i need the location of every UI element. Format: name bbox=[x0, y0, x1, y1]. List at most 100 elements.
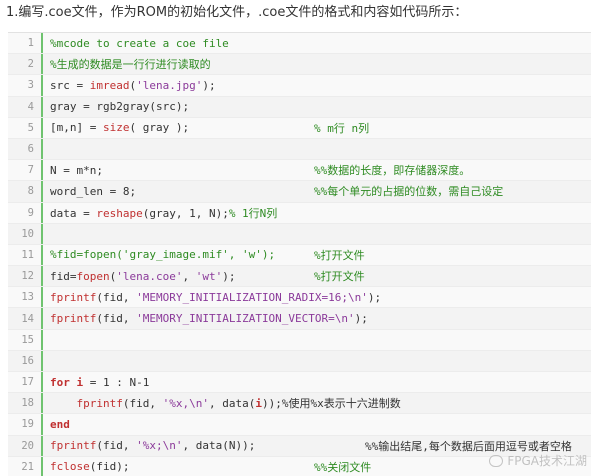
intro-text: 1.编写.coe文件，作为ROM的初始化文件，.coe文件的格式和内容如代码所示… bbox=[6, 5, 468, 20]
code-token: % 1行N列 bbox=[228, 206, 278, 220]
code-token: reshape bbox=[96, 206, 143, 220]
code-text: word_len = 8; bbox=[43, 185, 136, 198]
line-number: 14 bbox=[21, 312, 34, 325]
code-token: imread bbox=[89, 78, 130, 92]
code-token: , data(N)); bbox=[182, 439, 256, 453]
code-line: 6 bbox=[8, 138, 591, 161]
gutter-bar bbox=[41, 138, 43, 160]
line-number: 11 bbox=[21, 248, 34, 261]
inline-comment: %%每个单元的占据的位数，需自己设定 bbox=[314, 185, 504, 199]
line-number: 10 bbox=[21, 227, 34, 240]
code-token: ); bbox=[354, 312, 368, 326]
line-number: 12 bbox=[21, 270, 34, 283]
wechat-icon bbox=[489, 454, 504, 467]
code-text: fprintf(fid, '%x,\n', data(i));%使用%x表示十六… bbox=[43, 395, 401, 411]
code-token: )); bbox=[261, 397, 282, 411]
code-token: '%x,\n' bbox=[162, 397, 209, 411]
line-number: 13 bbox=[21, 291, 34, 304]
code-token: ); bbox=[367, 290, 382, 304]
code-token: size bbox=[102, 121, 130, 135]
code-token: ); bbox=[222, 269, 236, 283]
code-token: %生成的数据是一行行进行读取的 bbox=[50, 58, 211, 72]
code-token: for bbox=[50, 375, 70, 389]
code-token: word_len = 8; bbox=[50, 184, 137, 198]
code-token: 'lena.jpg' bbox=[136, 78, 203, 92]
line-number: 3 bbox=[27, 79, 34, 92]
inline-comment: %打开文件 bbox=[314, 270, 365, 284]
code-token: (fid); bbox=[89, 460, 130, 474]
line-number: 16 bbox=[21, 354, 34, 367]
code-text: fclose(fid); bbox=[43, 460, 130, 473]
code-token: fopen bbox=[76, 269, 110, 283]
line-number: 1 bbox=[27, 37, 34, 50]
inline-comment: %%关闭文件 bbox=[314, 460, 372, 474]
code-token: src = bbox=[50, 78, 90, 92]
inline-comment: %打开文件 bbox=[314, 248, 365, 262]
line-number: 15 bbox=[21, 333, 34, 346]
gutter-bar bbox=[41, 350, 43, 371]
code-line: 4 gray = rgb2gray(src); bbox=[8, 96, 591, 118]
code-token: fid= bbox=[50, 269, 77, 283]
watermark-text: FPGA技术江湖 bbox=[507, 454, 587, 468]
line-number: 9 bbox=[27, 206, 34, 219]
code-text: %fid=fopen('gray_image.mif', 'w'); bbox=[43, 248, 275, 261]
code-text: data = reshape(gray, 1, N);% 1行N列 bbox=[43, 205, 277, 221]
watermark: FPGA技术江湖 bbox=[489, 452, 587, 469]
code-text: [m,n] = size( gray ); bbox=[43, 121, 189, 134]
code-text: src = imread('lena.jpg'); bbox=[43, 79, 216, 92]
code-line: 15 bbox=[8, 329, 591, 351]
gutter-bar bbox=[41, 329, 43, 350]
line-number: 20 bbox=[21, 439, 34, 452]
line-number: 18 bbox=[21, 397, 34, 410]
gutter-bar bbox=[41, 223, 43, 244]
line-number: 4 bbox=[27, 100, 34, 113]
code-token: %使用%x表示十六进制数 bbox=[281, 397, 401, 411]
code-token: gray = rgb2gray(src); bbox=[50, 100, 190, 114]
line-number: 6 bbox=[27, 143, 34, 156]
code-line: 16 bbox=[8, 350, 591, 372]
code-token: (fid, bbox=[96, 439, 137, 453]
code-line: 11 %fid=fopen('gray_image.mif', 'w'); %打开文… bbox=[8, 244, 591, 267]
code-token: 'MEMORY_INITIALIZATION_RADIX=16;\n' bbox=[136, 290, 368, 304]
code-line: 14 fprintf(fid, 'MEMORY_INITIALIZATION_VE… bbox=[8, 308, 591, 330]
code-line: 12 fid=fopen('lena.coe', 'wt'); %打开文件 bbox=[8, 266, 591, 288]
line-number: 21 bbox=[21, 460, 34, 473]
code-token: %mcode to create a coe file bbox=[50, 36, 229, 50]
code-token: N = m*n; bbox=[50, 163, 103, 177]
code-token: ); bbox=[202, 78, 216, 92]
code-token: fprintf bbox=[50, 439, 97, 453]
code-text: N = m*n; bbox=[43, 164, 103, 177]
code-line: 7 N = m*n; %%数据的长度，即存储器深度。 bbox=[8, 160, 591, 182]
code-text: gray = rgb2gray(src); bbox=[43, 100, 189, 113]
code-token: = 1 : N-1 bbox=[83, 375, 150, 389]
code-token: , bbox=[182, 269, 196, 283]
code-token: data = bbox=[50, 206, 97, 220]
code-token: end bbox=[50, 417, 70, 431]
inline-comment: % m行 n列 bbox=[314, 121, 370, 135]
code-line: 3 src = imread('lena.jpg'); bbox=[8, 75, 591, 97]
code-token: 'wt' bbox=[195, 269, 223, 283]
code-line: 1 %mcode to create a coe file bbox=[8, 33, 591, 55]
line-number: 17 bbox=[21, 376, 34, 389]
code-token: , data( bbox=[208, 397, 256, 411]
code-block: 1 %mcode to create a coe file 2 %生成的数据是一行行进… bbox=[8, 32, 591, 476]
code-line: 5 [m,n] = size( gray ); % m行 n列 bbox=[8, 117, 591, 139]
code-text: fprintf(fid, '%x;\n', data(N)); bbox=[43, 439, 255, 452]
line-number: 19 bbox=[21, 418, 34, 431]
code-token: fprintf bbox=[50, 290, 97, 304]
code-line: 9 data = reshape(gray, 1, N);% 1行N列 bbox=[8, 202, 591, 224]
line-number: 2 bbox=[27, 58, 34, 71]
code-token: 'lena.coe' bbox=[116, 269, 183, 283]
code-text: for i = 1 : N-1 bbox=[43, 376, 149, 389]
code-text: fprintf(fid, 'MEMORY_INITIALIZATION_VECT… bbox=[43, 312, 368, 325]
code-token: fclose bbox=[50, 460, 90, 474]
code-token: 'MEMORY_INITIALIZATION_VECTOR=\n' bbox=[136, 312, 355, 326]
code-token: fprintf bbox=[76, 397, 123, 411]
code-token: [m,n] = bbox=[50, 121, 103, 135]
code-token: i bbox=[255, 397, 262, 411]
code-token: %fid=fopen('gray_image.mif', 'w'); bbox=[50, 248, 276, 262]
code-text: fprintf(fid, 'MEMORY_INITIALIZATION_RADI… bbox=[43, 291, 381, 304]
code-token: (fid, bbox=[96, 312, 137, 326]
